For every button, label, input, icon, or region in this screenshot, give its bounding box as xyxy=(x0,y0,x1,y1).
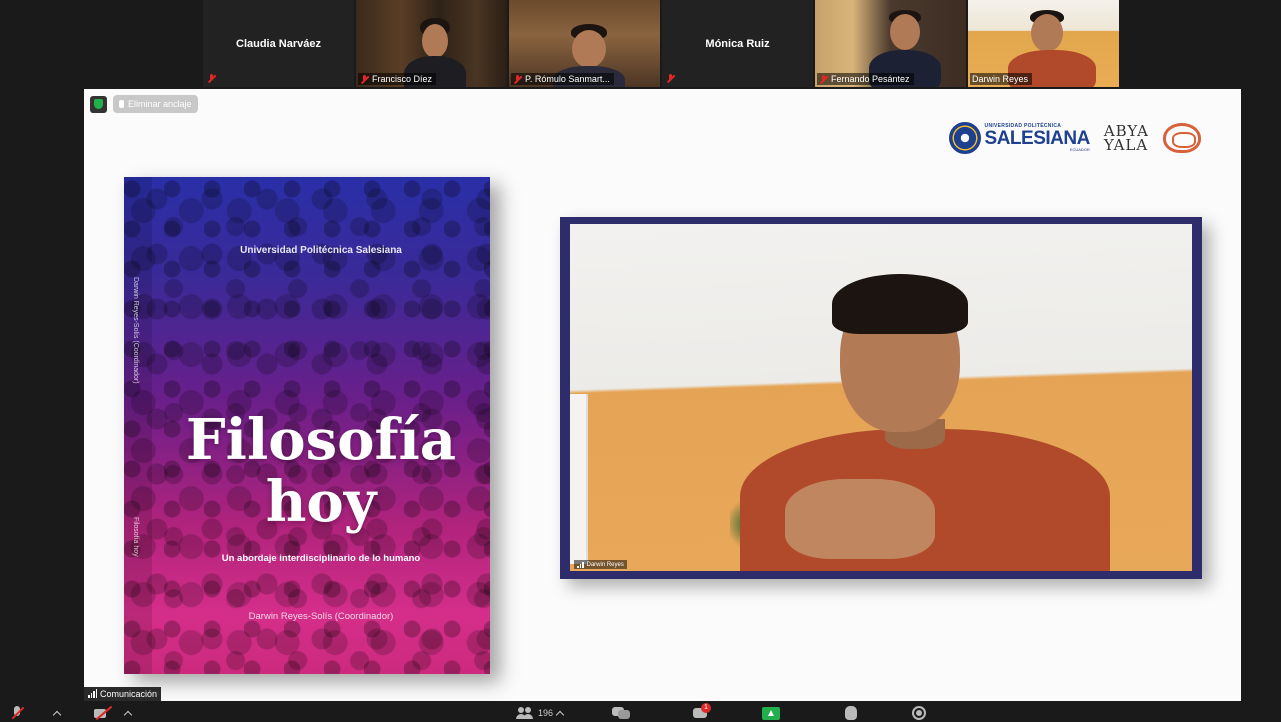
participant-tile-claudia[interactable]: Claudia Narváez xyxy=(203,0,354,87)
camera-off-icon xyxy=(94,706,112,720)
shield-icon[interactable] xyxy=(90,95,107,113)
book-cover: Darwin Reyes-Solís (Coordinador) Filosof… xyxy=(124,177,490,674)
share-screen-button[interactable] xyxy=(762,705,780,721)
speaker-video-frame: Darwin Reyes xyxy=(560,217,1202,579)
book-university: Universidad Politécnica Salesiana xyxy=(240,245,402,256)
chat-badge: 1 xyxy=(701,703,711,713)
book-spine xyxy=(124,177,152,674)
participant-strip: Claudia Narváez Francisco Díez P. Rómulo… xyxy=(203,0,1119,87)
abya-yala-logo: ABYA YALA xyxy=(1103,124,1149,154)
participant-label: Francisco Díez xyxy=(358,73,437,85)
stop-video-button[interactable] xyxy=(94,705,112,721)
video-feed xyxy=(1031,14,1063,52)
zoom-meeting-window: Claudia Narváez Francisco Díez P. Rómulo… xyxy=(0,0,1281,722)
speaker-video: Darwin Reyes xyxy=(570,224,1192,571)
participant-name: Francisco Díez xyxy=(372,74,433,84)
ups-seal-icon xyxy=(948,122,981,154)
chat-button[interactable]: 1 xyxy=(693,703,711,721)
chevron-up-icon xyxy=(555,710,565,720)
mute-button[interactable] xyxy=(10,705,24,721)
raise-hand-icon xyxy=(845,706,857,720)
meeting-toolbar: 196 1 xyxy=(0,703,1281,722)
audio-options-button[interactable] xyxy=(52,705,62,721)
qa-icon xyxy=(612,706,630,720)
participants-icon xyxy=(516,707,534,719)
abya-yala-emblem-icon xyxy=(1163,123,1201,153)
video-feed xyxy=(422,24,448,58)
participant-name: Mónica Ruiz xyxy=(705,37,770,50)
book-author: Darwin Reyes-Solís (Coordinador) xyxy=(248,611,394,622)
participant-name: Fernando Pesántez xyxy=(831,74,910,84)
raise-hand-button[interactable] xyxy=(845,705,857,721)
speaker-name: Darwin Reyes xyxy=(586,561,624,568)
pin-icon xyxy=(119,100,124,108)
participant-tile-fernando[interactable]: Fernando Pesántez xyxy=(815,0,966,87)
chevron-up-icon xyxy=(52,710,62,720)
book-title: Filosofía hoy xyxy=(152,409,490,533)
connection-label: Comunicación xyxy=(100,689,158,699)
ups-logo-country: ECUADOR xyxy=(1069,147,1090,152)
share-topbar: Eliminar anclaje xyxy=(90,95,198,113)
participant-name: P. Rómulo Sanmart... xyxy=(525,74,610,84)
participants-button[interactable]: 196 xyxy=(516,705,565,721)
publisher-logos: UNIVERSIDAD POLITÉCNICA SALESIANA ECUADO… xyxy=(948,122,1201,154)
book-title-line2: hoy xyxy=(265,469,377,535)
video-feed xyxy=(890,14,920,50)
speaker-name-tag: Darwin Reyes xyxy=(574,560,627,569)
ups-logo-name: SALESIANA xyxy=(984,128,1091,149)
mic-off-icon xyxy=(666,74,675,83)
unpin-label: Eliminar anclaje xyxy=(128,99,192,109)
participant-label: Fernando Pesántez xyxy=(817,73,914,85)
chat-icon: 1 xyxy=(693,703,711,720)
chevron-up-icon xyxy=(123,710,133,720)
mic-off-icon xyxy=(10,706,24,720)
mic-off-icon xyxy=(360,74,369,84)
qa-button[interactable] xyxy=(612,705,630,721)
signal-icon xyxy=(88,688,97,698)
video-feed xyxy=(572,30,606,68)
mic-off-icon xyxy=(207,74,216,83)
shared-screen: Eliminar anclaje UNIVERSIDAD POLITÉCNICA… xyxy=(84,89,1241,701)
participants-count: 196 xyxy=(538,708,554,718)
share-screen-icon xyxy=(762,706,780,720)
ups-logo: UNIVERSIDAD POLITÉCNICA SALESIANA ECUADO… xyxy=(948,122,1091,154)
participant-tile-darwin[interactable]: Darwin Reyes xyxy=(968,0,1119,87)
abya-yala-line2: YALA xyxy=(1103,136,1149,154)
connection-indicator[interactable]: Comunicación xyxy=(84,687,162,701)
speaker-hair xyxy=(832,274,968,334)
participant-label: Darwin Reyes xyxy=(970,73,1033,85)
participant-tile-monica[interactable]: Mónica Ruiz xyxy=(662,0,813,87)
unpin-button[interactable]: Eliminar anclaje xyxy=(113,95,198,113)
book-spine-title: Filosofía hoy xyxy=(132,517,139,557)
book-subtitle: Un abordaje interdisciplinario de lo hum… xyxy=(221,553,421,564)
mic-off-icon xyxy=(513,74,522,84)
participant-tile-francisco[interactable]: Francisco Díez xyxy=(356,0,507,87)
participant-name: Darwin Reyes xyxy=(972,74,1029,84)
background-door xyxy=(570,394,588,564)
speaker-hands xyxy=(785,479,935,559)
participant-label: P. Rómulo Sanmart... xyxy=(511,73,614,85)
video-options-button[interactable] xyxy=(123,705,133,721)
record-button[interactable] xyxy=(912,705,926,721)
book-spine-author: Darwin Reyes-Solís (Coordinador) xyxy=(132,277,139,384)
signal-icon xyxy=(577,561,584,568)
participant-name: Claudia Narváez xyxy=(236,37,321,50)
book-title-line1: Filosofía xyxy=(185,407,457,473)
record-icon xyxy=(912,706,926,720)
participant-tile-romulo[interactable]: P. Rómulo Sanmart... xyxy=(509,0,660,87)
mic-off-icon xyxy=(819,74,828,84)
